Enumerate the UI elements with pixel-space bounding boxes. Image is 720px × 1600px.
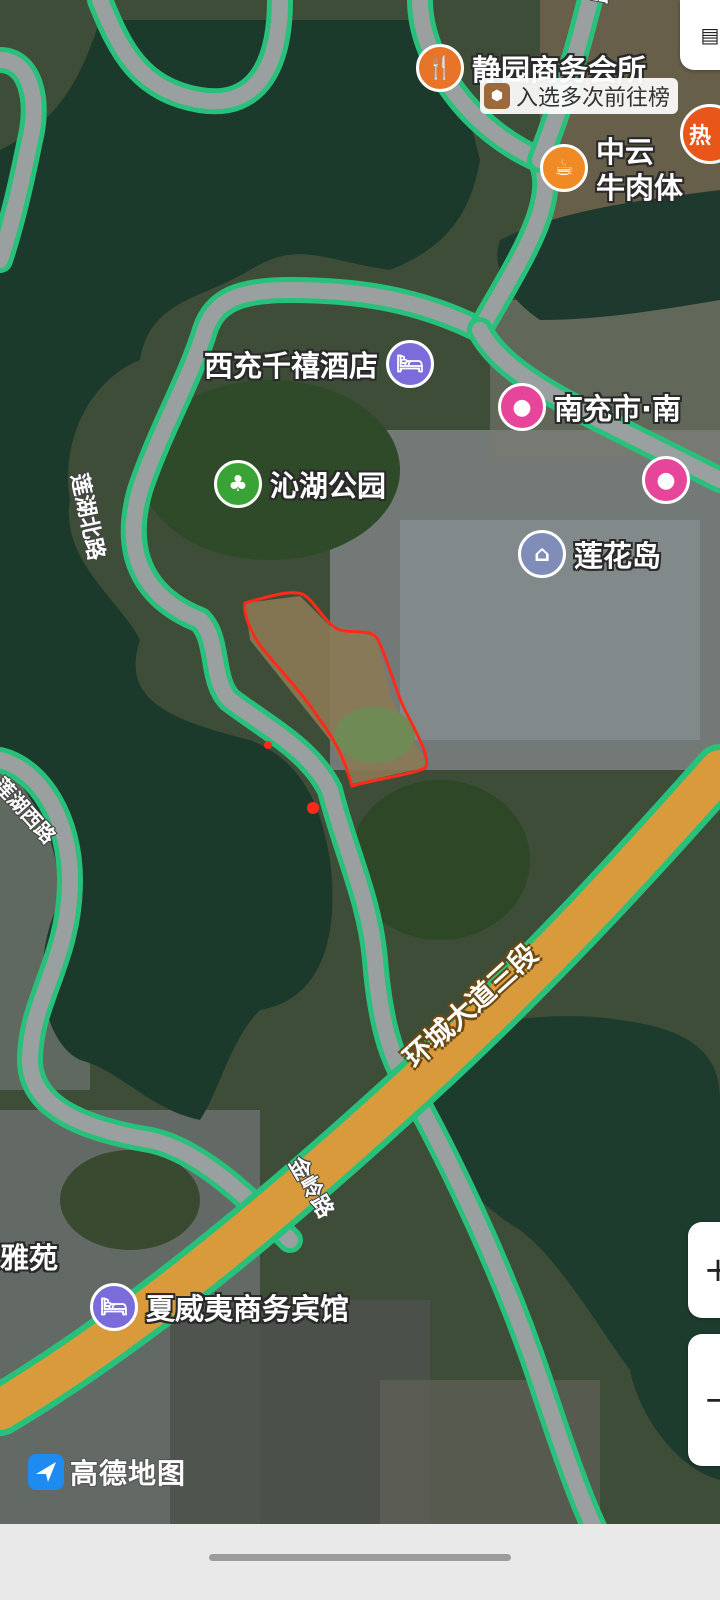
amap-logo-icon xyxy=(28,1454,64,1490)
poi-label: 莲花岛 xyxy=(574,539,662,573)
poi-shopping-edge[interactable]: ● xyxy=(642,456,690,504)
zoom-out-button[interactable]: − xyxy=(688,1334,720,1466)
hotspot-badge-label: 热 xyxy=(689,124,712,149)
ranking-badge-label: 入选多次前往榜 xyxy=(516,86,671,111)
poi-label: 中云 xyxy=(596,135,655,169)
poi-label-line2: 牛肉体 xyxy=(596,171,684,205)
poi-yayuan[interactable]: 雅苑 xyxy=(0,1235,58,1277)
red-dot-marker xyxy=(264,741,272,749)
map-screen: 🍴 静园商务会所 ⬢ 入选多次前往榜 ☕ 中云 牛肉体 热 🛏 西充千禧酒店 ●… xyxy=(0,0,720,1600)
amap-logo-text: 高德地图 xyxy=(70,1457,187,1490)
food-icon: ☕ xyxy=(540,144,588,192)
layers-button[interactable]: ▤ xyxy=(680,0,720,70)
hotel-icon: 🛏 xyxy=(90,1283,138,1331)
red-dot-marker xyxy=(307,802,319,814)
poi-nanchong[interactable]: ● 南充市·南 xyxy=(498,383,681,431)
poi-label: 雅苑 xyxy=(0,1241,59,1275)
poi-hawaii-hotel[interactable]: 🛏 夏威夷商务宾馆 xyxy=(90,1283,349,1331)
poi-lianhua-island[interactable]: ⌂ 莲花岛 xyxy=(518,530,661,578)
park-icon: ♣ xyxy=(214,460,262,508)
poi-zhongyun-beef[interactable]: ☕ 中云 牛肉体 xyxy=(540,134,683,206)
hotel-icon: 🛏 xyxy=(386,340,435,388)
landmark-icon: ⌂ xyxy=(518,530,566,578)
poi-label: 夏威夷商务宾馆 xyxy=(146,1292,350,1326)
bottom-navigation-bar xyxy=(0,1524,720,1600)
poi-label-group: 中云 牛肉体 xyxy=(596,134,683,206)
poi-label: 西充千禧酒店 xyxy=(204,349,379,383)
satellite-map[interactable] xyxy=(0,0,720,1600)
layers-icon: ▤ xyxy=(700,23,720,47)
restaurant-icon: 🍴 xyxy=(416,44,464,92)
ranking-icon: ⬢ xyxy=(484,83,510,109)
poi-qinhu-park[interactable]: ♣ 沁湖公园 xyxy=(214,460,386,508)
home-indicator[interactable] xyxy=(209,1554,511,1561)
zoom-in-button[interactable]: + xyxy=(688,1222,720,1318)
amap-logo: 高德地图 xyxy=(26,1452,186,1492)
poi-label: 南充市·南 xyxy=(554,392,682,426)
shopping-icon: ● xyxy=(498,383,546,431)
poi-xichong-hotel[interactable]: 🛏 西充千禧酒店 xyxy=(204,340,435,388)
zoom-out-icon: − xyxy=(703,1380,720,1420)
ranking-badge[interactable]: ⬢ 入选多次前往榜 xyxy=(480,78,679,114)
zoom-in-icon: + xyxy=(703,1250,720,1290)
shopping-icon: ● xyxy=(642,456,690,504)
poi-label: 沁湖公园 xyxy=(270,469,387,503)
